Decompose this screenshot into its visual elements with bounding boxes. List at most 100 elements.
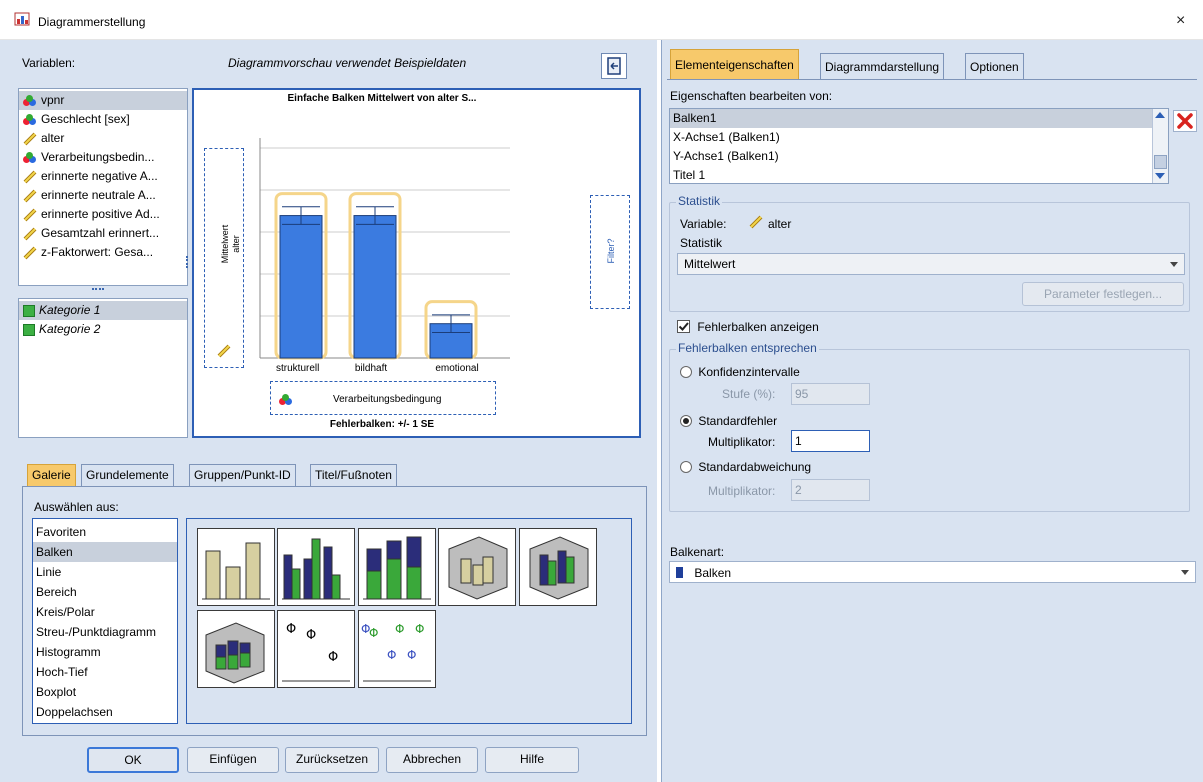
sd-radio[interactable]: Standardabweichung (680, 459, 811, 474)
chart-type-item[interactable]: Kreis/Polar (33, 602, 177, 622)
simple-error-bar-thumbnail[interactable]: Φ Φ Φ (277, 610, 355, 688)
chart-type-list[interactable]: Favoriten Balken Linie Bereich Kreis/Pol… (32, 518, 178, 724)
chart-type-item[interactable]: Streu-/Punktdiagramm (33, 622, 177, 642)
scroll-down-icon[interactable] (1155, 173, 1165, 179)
3d-stacked-bar-chart-icon (205, 622, 265, 684)
bar-type-value: Balken (694, 565, 732, 580)
variable-item[interactable]: erinnerte neutrale A... (19, 186, 187, 205)
category-item[interactable]: Kategorie 2 (19, 320, 187, 339)
variables-label: Variablen: (22, 56, 76, 70)
bar-shape-icon (676, 567, 683, 579)
se-radio[interactable]: Standardfehler (680, 413, 777, 428)
variable-item[interactable]: vpnr (19, 91, 187, 110)
list-splitter-handle[interactable] (92, 288, 104, 291)
variable-item[interactable]: alter (19, 129, 187, 148)
3d-bar-thumbnail[interactable] (438, 528, 516, 606)
chart-type-item[interactable]: Hoch-Tief (33, 662, 177, 682)
simple-bar-thumbnail[interactable] (197, 528, 275, 606)
3d-clustered-bar-thumbnail[interactable] (519, 528, 597, 606)
variable-item[interactable]: Geschlecht [sex] (19, 110, 187, 129)
element-item[interactable]: Y-Achse1 (Balken1) (670, 147, 1168, 166)
variable-item[interactable]: erinnerte positive Ad... (19, 205, 187, 224)
category-icon (23, 323, 35, 336)
tab-options[interactable]: Optionen (965, 53, 1024, 79)
variable-item[interactable]: z-Faktorwert: Gesa... (19, 243, 187, 262)
chart-type-item[interactable]: Favoriten (33, 522, 177, 542)
variable-item[interactable]: erinnerte negative A... (19, 167, 187, 186)
scroll-thumb[interactable] (1154, 155, 1167, 169)
tab-grundelemente[interactable]: Grundelemente (81, 464, 174, 486)
3d-clustered-bar-chart-icon (529, 536, 589, 600)
element-item[interactable]: Titel 1 (670, 166, 1168, 183)
set-parameters-button[interactable]: Parameter festlegen... (1022, 282, 1184, 306)
chart-type-item[interactable]: Boxplot (33, 682, 177, 702)
y-axis-drop-zone[interactable]: Mittelwert alter (204, 148, 244, 368)
statistic-select[interactable]: Mittelwert (677, 253, 1185, 275)
chart-type-item[interactable]: Histogramm (33, 642, 177, 662)
radio[interactable] (680, 460, 692, 473)
multiplier-label: Multiplikator: (708, 435, 776, 449)
radio[interactable] (680, 365, 692, 378)
variable-item[interactable]: Gesamtzahl erinnert... (19, 224, 187, 243)
multiplier-input[interactable]: 1 (791, 430, 870, 452)
checkmark-icon (678, 322, 689, 332)
element-list-scrollbar[interactable] (1152, 109, 1168, 183)
categories-list[interactable]: Kategorie 1 Kategorie 2 (18, 298, 188, 438)
3d-stacked-bar-thumbnail[interactable] (197, 610, 275, 688)
y-axis-label-line1: Mittelwert (220, 224, 230, 264)
error-bars-group-title: Fehlerbalken entsprechen (676, 341, 819, 355)
variable-item[interactable]: Verarbeitungsbedin... (19, 148, 187, 167)
chart-type-item[interactable]: Linie (33, 562, 177, 582)
level-input[interactable]: 95 (791, 383, 870, 405)
statistics-group-title: Statistik (676, 194, 723, 208)
chevron-down-icon (1181, 570, 1189, 575)
chart-preview-options-button[interactable] (601, 53, 627, 79)
element-list[interactable]: Balken1 X-Achse1 (Balken1) Y-Achse1 (Bal… (669, 108, 1169, 184)
radio[interactable] (680, 414, 692, 427)
tab-titel-fussnoten[interactable]: Titel/Fußnoten (310, 464, 397, 486)
svg-text:Φ: Φ (415, 622, 424, 636)
clustered-error-bar-thumbnail[interactable]: Φ Φ Φ Φ Φ Φ (358, 610, 436, 688)
ok-button[interactable]: OK (87, 747, 179, 773)
cancel-button[interactable]: Abbrechen (386, 747, 478, 773)
variable-label: vpnr (41, 93, 65, 107)
variables-list[interactable]: vpnr Geschlecht [sex] alter Verarbeitung… (18, 88, 188, 286)
reset-button[interactable]: Zurücksetzen (285, 747, 379, 773)
clustered-bar-thumbnail[interactable] (277, 528, 355, 606)
paste-button[interactable]: Einfügen (187, 747, 279, 773)
filter-drop-zone[interactable]: Filter? (590, 195, 630, 309)
preview-chart-title: Einfache Balken Mittelwert von alter S..… (287, 93, 477, 104)
delete-icon (1177, 113, 1193, 129)
tab-chart-appearance[interactable]: Diagrammdarstellung (820, 53, 945, 79)
scroll-up-icon[interactable] (1155, 112, 1165, 118)
category-label: Kategorie 1 (39, 303, 101, 317)
variable-label: alter (41, 131, 65, 145)
variable-label: Geschlecht [sex] (41, 112, 130, 126)
category-item[interactable]: Kategorie 1 (19, 301, 187, 320)
list-splitter-handle[interactable] (186, 256, 190, 268)
stacked-bar-thumbnail[interactable] (358, 528, 436, 606)
x-axis-drop-zone[interactable]: Verarbeitungsbedingung (270, 381, 496, 415)
delete-element-button[interactable] (1173, 110, 1197, 132)
svg-text:Φ: Φ (328, 650, 338, 665)
show-error-bars-checkbox[interactable]: Fehlerbalken anzeigen (677, 319, 819, 334)
bars-layer (274, 192, 478, 360)
close-icon[interactable]: × (1176, 12, 1185, 30)
chart-type-item[interactable]: Bereich (33, 582, 177, 602)
chart-type-item[interactable]: Balken (33, 542, 177, 562)
tab-galerie[interactable]: Galerie (27, 464, 76, 486)
3d-bar-chart-icon (448, 536, 508, 600)
chart-type-item[interactable]: Doppelachsen (33, 702, 177, 722)
chevron-down-icon (1170, 262, 1178, 267)
tab-element-properties[interactable]: Elementeigenschaften (670, 49, 799, 79)
element-item[interactable]: Balken1 (670, 109, 1168, 128)
tab-gruppen-punkt-id[interactable]: Gruppen/Punkt-ID (189, 464, 296, 486)
sd-multiplier-input[interactable]: 2 (791, 479, 870, 501)
element-item[interactable]: X-Achse1 (Balken1) (670, 128, 1168, 147)
ci-radio[interactable]: Konfidenzintervalle (680, 364, 800, 379)
help-button[interactable]: Hilfe (485, 747, 579, 773)
bar-type-select[interactable]: Balken (669, 561, 1196, 583)
bar (279, 215, 323, 359)
clustered-error-bar-chart-icon: Φ Φ Φ Φ Φ Φ (361, 622, 431, 682)
checkbox[interactable] (677, 320, 690, 334)
